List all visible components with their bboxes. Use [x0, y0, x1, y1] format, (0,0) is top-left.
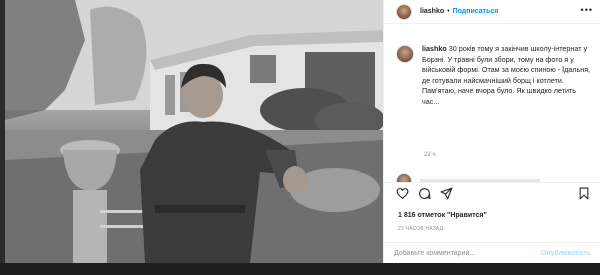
caption-time: 22 ч. [424, 152, 438, 158]
action-bar [384, 182, 600, 204]
publish-button[interactable]: Опубликовать [541, 250, 591, 257]
post-side-panel: liashko • Подписаться ••• liashko 30 рок… [383, 0, 600, 263]
comment-input[interactable] [394, 249, 541, 257]
share-icon[interactable] [440, 187, 453, 200]
bottom-bar [0, 263, 600, 275]
posted-ago[interactable]: 22 ЧАСОВ НАЗАД [398, 226, 443, 232]
photo-illustration [5, 0, 383, 263]
username-link[interactable]: liashko [420, 8, 444, 15]
separator-dot: • [447, 8, 450, 15]
follow-button[interactable]: Подписаться [453, 8, 499, 15]
comment-icon[interactable] [418, 187, 431, 200]
likes-count[interactable]: 1 816 отметок "Нравится" [398, 212, 487, 219]
caption-username[interactable]: liashko [422, 44, 447, 53]
comment-box: Опубликовать [384, 242, 600, 263]
avatar[interactable] [396, 3, 412, 20]
caption-avatar[interactable] [396, 45, 414, 63]
more-horizontal-icon[interactable]: ••• [581, 5, 593, 15]
caption-text-block: liashko 30 років тому я закінчив школу-і… [422, 44, 592, 107]
heart-icon[interactable] [396, 187, 409, 200]
post-header: liashko • Подписаться ••• [384, 0, 600, 24]
caption-body: 30 років тому я закінчив школу-інтернат … [422, 44, 591, 106]
bookmark-icon[interactable] [578, 187, 590, 200]
caption: liashko 30 років тому я закінчив школу-і… [396, 44, 596, 107]
post-photo[interactable] [5, 0, 383, 263]
